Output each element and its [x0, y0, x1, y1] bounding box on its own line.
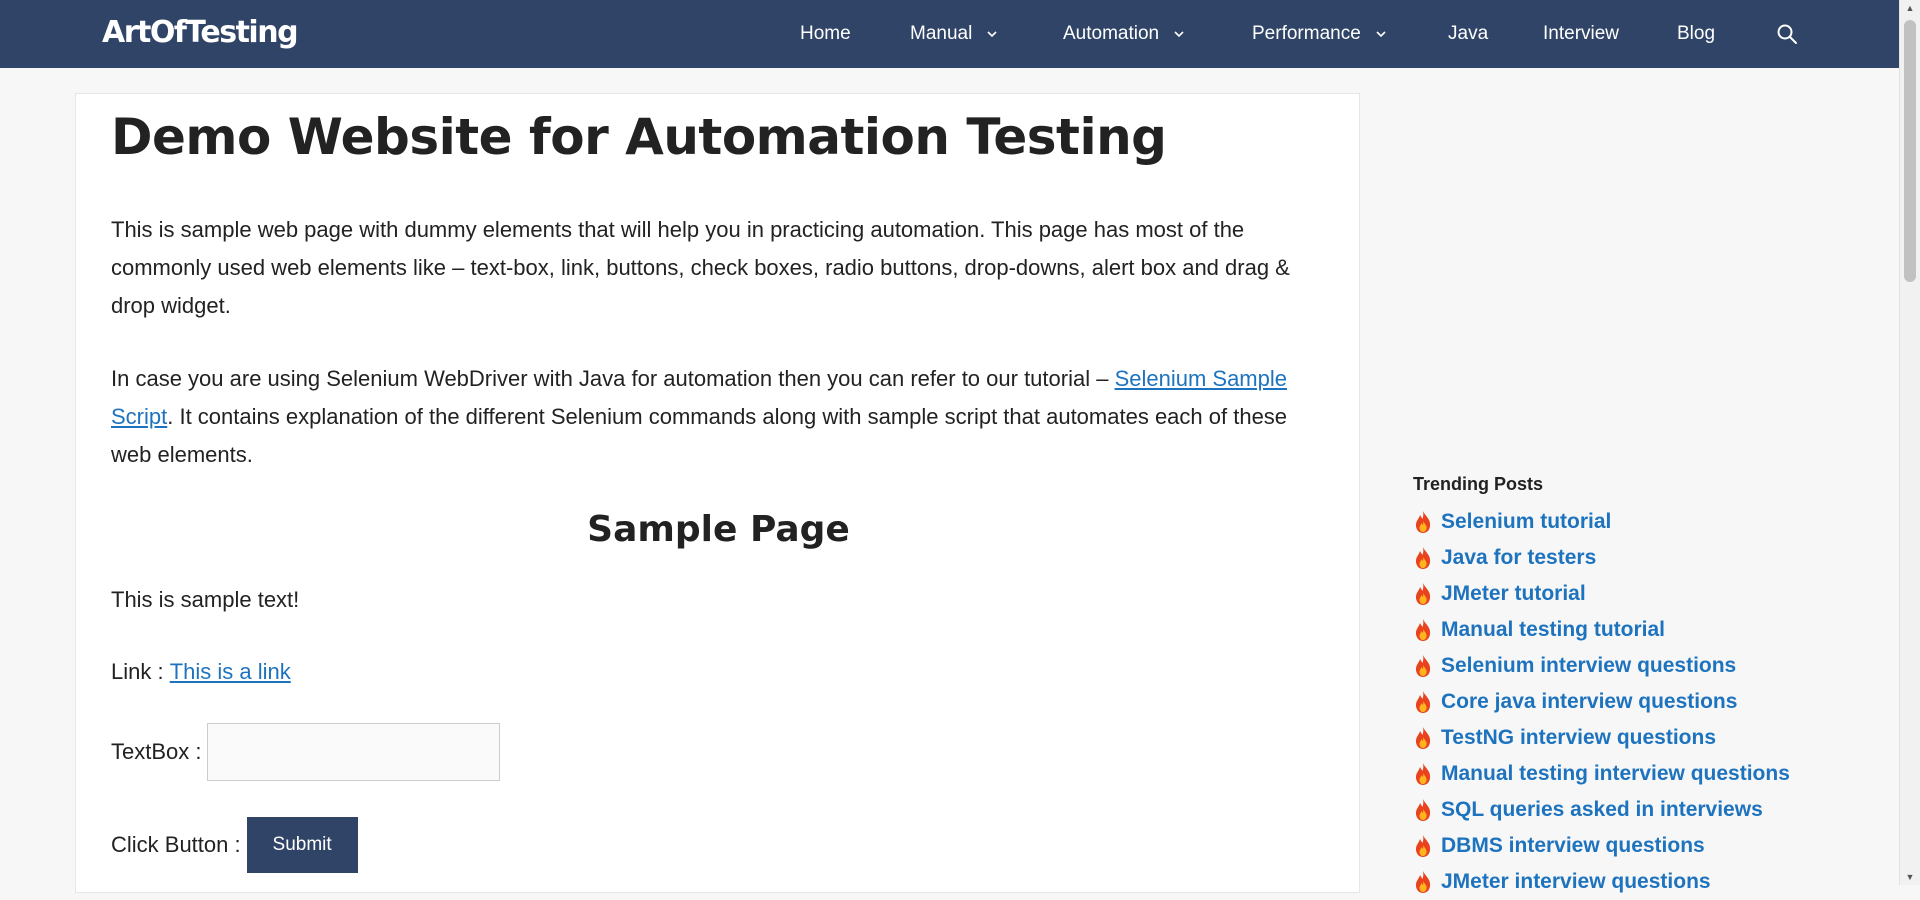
nav-performance[interactable]: Performance — [1252, 0, 1387, 68]
textbox-row: TextBox : — [111, 723, 501, 781]
trending-link[interactable]: TestNG interview questions — [1441, 726, 1716, 750]
main-content: Demo Website for Automation Testing This… — [75, 93, 1360, 893]
site-logo[interactable]: ArtOfTesting — [102, 13, 299, 53]
fire-icon — [1415, 583, 1431, 605]
page-title: Demo Website for Automation Testing — [111, 108, 1167, 166]
nav-automation[interactable]: Automation — [1063, 0, 1185, 68]
list-item: Core java interview questions — [1413, 684, 1790, 720]
fire-icon — [1415, 691, 1431, 713]
trending-link[interactable]: Selenium interview questions — [1441, 654, 1736, 678]
trending-link[interactable]: Core java interview questions — [1441, 690, 1737, 714]
nav-manual[interactable]: Manual — [910, 0, 998, 68]
nav-java-label: Java — [1448, 23, 1489, 44]
nav-interview-label: Interview — [1543, 23, 1620, 44]
link-label: Link : — [111, 659, 170, 684]
scroll-down-arrow-icon[interactable]: ▼ — [1900, 869, 1920, 885]
trending-link[interactable]: DBMS interview questions — [1441, 834, 1705, 858]
trending-link[interactable]: Manual testing interview questions — [1441, 762, 1790, 786]
fire-icon — [1415, 547, 1431, 569]
nav-performance-label: Performance — [1252, 23, 1361, 44]
tutorial-text-before: In case you are using Selenium WebDriver… — [111, 366, 1115, 391]
sample-textbox[interactable] — [207, 723, 501, 781]
trending-link[interactable]: JMeter interview questions — [1441, 870, 1711, 894]
nav-blog-label: Blog — [1677, 23, 1716, 44]
fire-icon — [1415, 763, 1431, 785]
scrollbar-thumb[interactable] — [1904, 20, 1916, 282]
sample-link[interactable]: This is a link — [170, 659, 291, 685]
fire-icon — [1415, 799, 1431, 821]
vertical-scrollbar[interactable]: ▲ ▼ — [1899, 0, 1920, 885]
list-item: SQL queries asked in interviews — [1413, 792, 1790, 828]
list-item: Selenium interview questions — [1413, 648, 1790, 684]
list-item: TestNG interview questions — [1413, 720, 1790, 756]
trending-link[interactable]: SQL queries asked in interviews — [1441, 798, 1763, 822]
button-row: Click Button : Submit — [111, 817, 358, 873]
list-item: JMeter tutorial — [1413, 576, 1790, 612]
nav-home[interactable]: Home — [800, 0, 851, 68]
chevron-down-icon — [1376, 31, 1386, 38]
list-item: Manual testing interview questions — [1413, 756, 1790, 792]
chevron-down-icon — [987, 31, 997, 38]
tutorial-text-after: . It contains explanation of the differe… — [111, 404, 1288, 467]
fire-icon — [1415, 655, 1431, 677]
nav-automation-label: Automation — [1063, 23, 1160, 44]
search-icon[interactable] — [1775, 22, 1799, 46]
trending-posts-title: Trending Posts — [1413, 474, 1544, 494]
fire-icon — [1415, 511, 1431, 533]
nav-manual-label: Manual — [910, 23, 973, 44]
fire-icon — [1415, 871, 1431, 893]
fire-icon — [1415, 619, 1431, 641]
tutorial-paragraph: In case you are using Selenium WebDriver… — [111, 360, 1331, 474]
intro-paragraph: This is sample web page with dummy eleme… — [111, 217, 1290, 318]
trending-posts-list: Selenium tutorial Java for testers JMete… — [1413, 504, 1790, 900]
sample-text: This is sample text! — [111, 587, 300, 612]
scroll-up-arrow-icon[interactable]: ▲ — [1900, 0, 1920, 16]
submit-button[interactable]: Submit — [246, 817, 358, 873]
list-item: Selenium tutorial — [1413, 504, 1790, 540]
chevron-down-icon — [1174, 31, 1184, 38]
trending-link[interactable]: Selenium tutorial — [1441, 510, 1611, 534]
fire-icon — [1415, 727, 1431, 749]
list-item: DBMS interview questions — [1413, 828, 1790, 864]
fire-icon — [1415, 835, 1431, 857]
trending-link[interactable]: JMeter tutorial — [1441, 582, 1586, 606]
nav-home-label: Home — [800, 23, 851, 44]
textbox-label: TextBox : — [111, 739, 202, 764]
nav-interview[interactable]: Interview — [1543, 0, 1619, 68]
nav-blog[interactable]: Blog — [1677, 0, 1715, 68]
trending-link[interactable]: Manual testing tutorial — [1441, 618, 1665, 642]
trending-link[interactable]: Java for testers — [1441, 546, 1596, 570]
section-title: Sample Page — [587, 509, 850, 550]
nav-java[interactable]: Java — [1448, 0, 1488, 68]
list-item: Java for testers — [1413, 540, 1790, 576]
list-item: JMeter interview questions — [1413, 864, 1790, 900]
list-item: Manual testing tutorial — [1413, 612, 1790, 648]
button-label: Click Button : — [111, 832, 241, 857]
link-row: Link : This is a link — [111, 659, 291, 685]
top-navbar: ArtOfTesting Home Manual Automation Perf… — [0, 0, 1900, 68]
